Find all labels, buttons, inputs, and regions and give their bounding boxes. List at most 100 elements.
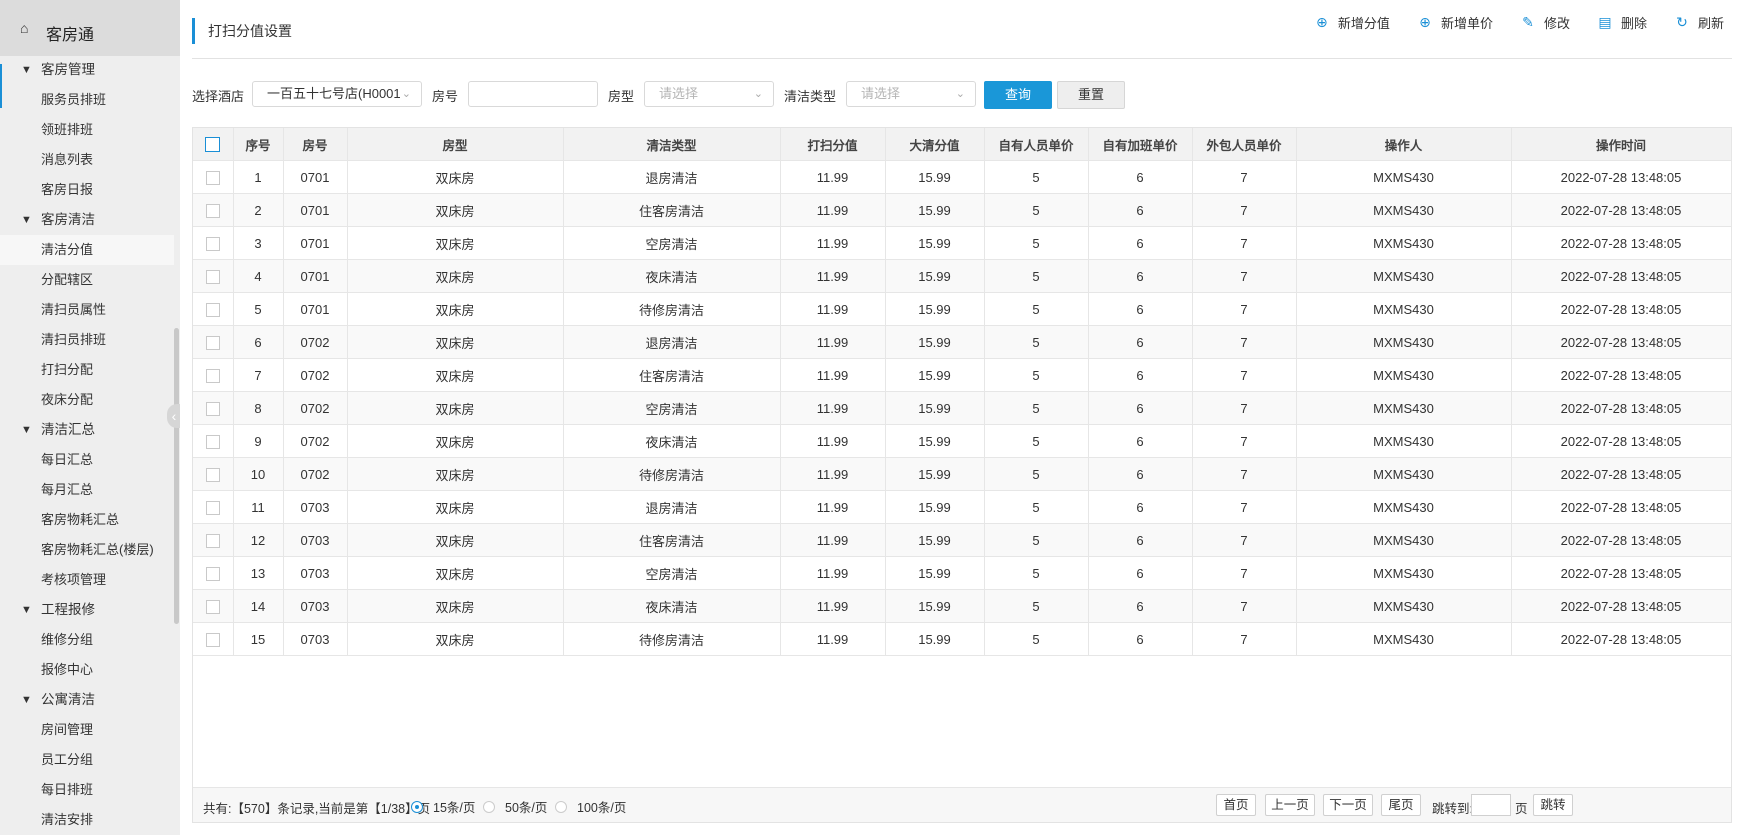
column-header[interactable]: 自有人员单价 <box>984 128 1089 161</box>
row-checkbox[interactable] <box>205 467 220 482</box>
table-row[interactable]: 2 0701 双床房 住客房清洁 11.99 15.99 5 6 7 MXMS430 2022-07… <box>193 193 1732 227</box>
sidebar-item[interactable]: 清洁安排 <box>0 805 174 835</box>
row-checkbox[interactable] <box>205 533 220 548</box>
column-header[interactable]: 序号 <box>233 128 284 161</box>
table-row[interactable]: 10 0702 双床房 待修房清洁 11.99 15.99 5 6 7 MXMS430 2022-0… <box>193 457 1732 491</box>
table-row[interactable]: 1 0701 双床房 退房清洁 11.99 15.99 5 6 7 MXMS430 2022-07-… <box>193 160 1732 194</box>
sidebar-group[interactable]: ▼ 客房清洁 <box>0 205 174 235</box>
sidebar-item[interactable]: 每日排班 <box>0 775 174 805</box>
sidebar-item[interactable]: 每月汇总 <box>0 475 174 505</box>
row-checkbox[interactable] <box>205 236 220 251</box>
sidebar-item[interactable]: 夜床分配 <box>0 385 174 415</box>
sidebar-item[interactable]: 清扫员排班 <box>0 325 174 355</box>
sidebar-item[interactable]: 房间管理 <box>0 715 174 745</box>
sidebar-item[interactable]: 清洁分值 <box>0 235 174 265</box>
sidebar-group[interactable]: ▼ 工程报修 <box>0 595 174 625</box>
column-header[interactable]: 房号 <box>283 128 348 161</box>
edit-button[interactable]: ✎ 修改 <box>1521 12 1570 32</box>
sidebar-item[interactable]: 员工分组 <box>0 745 174 775</box>
table-row[interactable]: 11 0703 双床房 退房清洁 11.99 15.99 5 6 7 MXMS430 2022-07… <box>193 490 1732 524</box>
sidebar-item[interactable]: 打扫分配 <box>0 355 174 385</box>
table-cell: 双床房 <box>347 622 564 656</box>
row-checkbox[interactable] <box>205 599 220 614</box>
sidebar-item[interactable]: 领班排班 <box>0 115 174 145</box>
sidebar-item[interactable]: 维修分组 <box>0 625 174 655</box>
table-row[interactable]: 15 0703 双床房 待修房清洁 11.99 15.99 5 6 7 MXMS430 2022-0… <box>193 622 1732 656</box>
add-price-button[interactable]: ⊕ 新增单价 <box>1418 12 1493 32</box>
sidebar-group[interactable]: ▼ 清洁汇总 <box>0 415 174 445</box>
row-checkbox[interactable] <box>205 335 220 350</box>
row-checkbox[interactable] <box>205 368 220 383</box>
table-row[interactable]: 12 0703 双床房 住客房清洁 11.99 15.99 5 6 7 MXMS430 2022-0… <box>193 523 1732 557</box>
table-row[interactable]: 7 0702 双床房 住客房清洁 11.99 15.99 5 6 7 MXMS430 2022-07… <box>193 358 1732 392</box>
row-checkbox[interactable] <box>205 401 220 416</box>
sidebar-item[interactable]: 考核项管理 <box>0 565 174 595</box>
query-button[interactable]: 查询 <box>984 81 1052 109</box>
table-cell: 5 <box>984 358 1089 392</box>
sidebar-item[interactable]: 每日汇总 <box>0 445 174 475</box>
column-header[interactable]: 清洁类型 <box>563 128 781 161</box>
sidebar-group[interactable]: ▼ 公寓清洁 <box>0 685 174 715</box>
sidebar-item[interactable]: 清扫员属性 <box>0 295 174 325</box>
table-cell: 0701 <box>283 259 348 293</box>
sidebar-item[interactable]: 报修中心 <box>0 655 174 685</box>
prev-page-button[interactable]: 上一页 <box>1265 794 1315 816</box>
column-header[interactable]: 自有加班单价 <box>1088 128 1193 161</box>
room-type-select[interactable]: 请选择 ⌄ <box>644 81 774 107</box>
last-page-button[interactable]: 尾页 <box>1381 794 1421 816</box>
table-cell: 0701 <box>283 292 348 326</box>
sidebar-item[interactable]: 客房日报 <box>0 175 174 205</box>
first-page-button[interactable]: 首页 <box>1216 794 1256 816</box>
reset-button[interactable]: 重置 <box>1057 81 1125 109</box>
row-checkbox[interactable] <box>205 434 220 449</box>
sidebar-item[interactable]: 分配辖区 <box>0 265 174 295</box>
next-page-button[interactable]: 下一页 <box>1323 794 1373 816</box>
table-cell: 11.99 <box>780 325 886 359</box>
page-size-15-option[interactable]: 15条/页 <box>411 797 475 816</box>
sidebar-item[interactable]: 客房物耗汇总 <box>0 505 174 535</box>
sidebar-group[interactable]: ▼ 客房管理 <box>0 55 174 85</box>
row-checkbox[interactable] <box>205 269 220 284</box>
jump-button[interactable]: 跳转 <box>1533 794 1573 816</box>
row-checkbox[interactable] <box>205 302 220 317</box>
sidebar-item-label: 客房物耗汇总 <box>41 512 120 527</box>
sidebar-item[interactable]: 服务员排班 <box>0 85 174 115</box>
column-header[interactable]: 外包人员单价 <box>1192 128 1297 161</box>
table-cell: 0702 <box>283 424 348 458</box>
row-checkbox[interactable] <box>205 203 220 218</box>
select-all-checkbox[interactable] <box>205 136 221 152</box>
column-header[interactable]: 大清分值 <box>885 128 985 161</box>
sidebar-scrollbar[interactable] <box>174 328 179 624</box>
page-size-50-option[interactable]: 50条/页 <box>483 797 547 816</box>
add-score-button[interactable]: ⊕ 新增分值 <box>1315 12 1390 32</box>
sidebar-item[interactable]: 消息列表 <box>0 145 174 175</box>
table-row[interactable]: 5 0701 双床房 待修房清洁 11.99 15.99 5 6 7 MXMS430 2022-07… <box>193 292 1732 326</box>
table-row[interactable]: 6 0702 双床房 退房清洁 11.99 15.99 5 6 7 MXMS430 2022-07-… <box>193 325 1732 359</box>
table-row[interactable]: 4 0701 双床房 夜床清洁 11.99 15.99 5 6 7 MXMS430 2022-07-… <box>193 259 1732 293</box>
table-row[interactable]: 14 0703 双床房 夜床清洁 11.99 15.99 5 6 7 MXMS430 2022-07… <box>193 589 1732 623</box>
page-size-100-option[interactable]: 100条/页 <box>555 797 626 816</box>
jump-page-input[interactable] <box>1471 794 1511 816</box>
hotel-select[interactable]: 一百五十七号店(H0001 ⌄ <box>252 81 422 107</box>
column-header[interactable]: 操作时间 <box>1511 128 1732 161</box>
refresh-button[interactable]: ↻ 刷新 <box>1675 12 1724 32</box>
table-row[interactable]: 9 0702 双床房 夜床清洁 11.99 15.99 5 6 7 MXMS430 2022-07-… <box>193 424 1732 458</box>
delete-button[interactable]: ▤ 删除 <box>1598 12 1647 32</box>
table-row[interactable]: 3 0701 双床房 空房清洁 11.99 15.99 5 6 7 MXMS430 2022-07-… <box>193 226 1732 260</box>
sidebar-header[interactable]: ⌂ 客房通 <box>0 0 180 56</box>
table-row[interactable]: 13 0703 双床房 空房清洁 11.99 15.99 5 6 7 MXMS430 2022-07… <box>193 556 1732 590</box>
table-row[interactable]: 8 0702 双床房 空房清洁 11.99 15.99 5 6 7 MXMS430 2022-07-… <box>193 391 1732 425</box>
column-header[interactable]: 操作人 <box>1296 128 1512 161</box>
table-cell: MXMS430 <box>1296 391 1512 425</box>
column-header[interactable]: 房型 <box>347 128 564 161</box>
row-checkbox[interactable] <box>205 500 220 515</box>
row-checkbox[interactable] <box>205 566 220 581</box>
row-checkbox[interactable] <box>205 170 220 185</box>
sidebar-item-label: 夜床分配 <box>41 392 94 407</box>
sidebar-item[interactable]: 客房物耗汇总(楼层) <box>0 535 174 565</box>
clean-type-select[interactable]: 请选择 ⌄ <box>846 81 976 107</box>
row-checkbox[interactable] <box>205 632 220 647</box>
column-header[interactable]: 打扫分值 <box>780 128 886 161</box>
room-input[interactable] <box>468 81 598 107</box>
collapse-sidebar-button[interactable]: ‹ <box>167 404 180 428</box>
